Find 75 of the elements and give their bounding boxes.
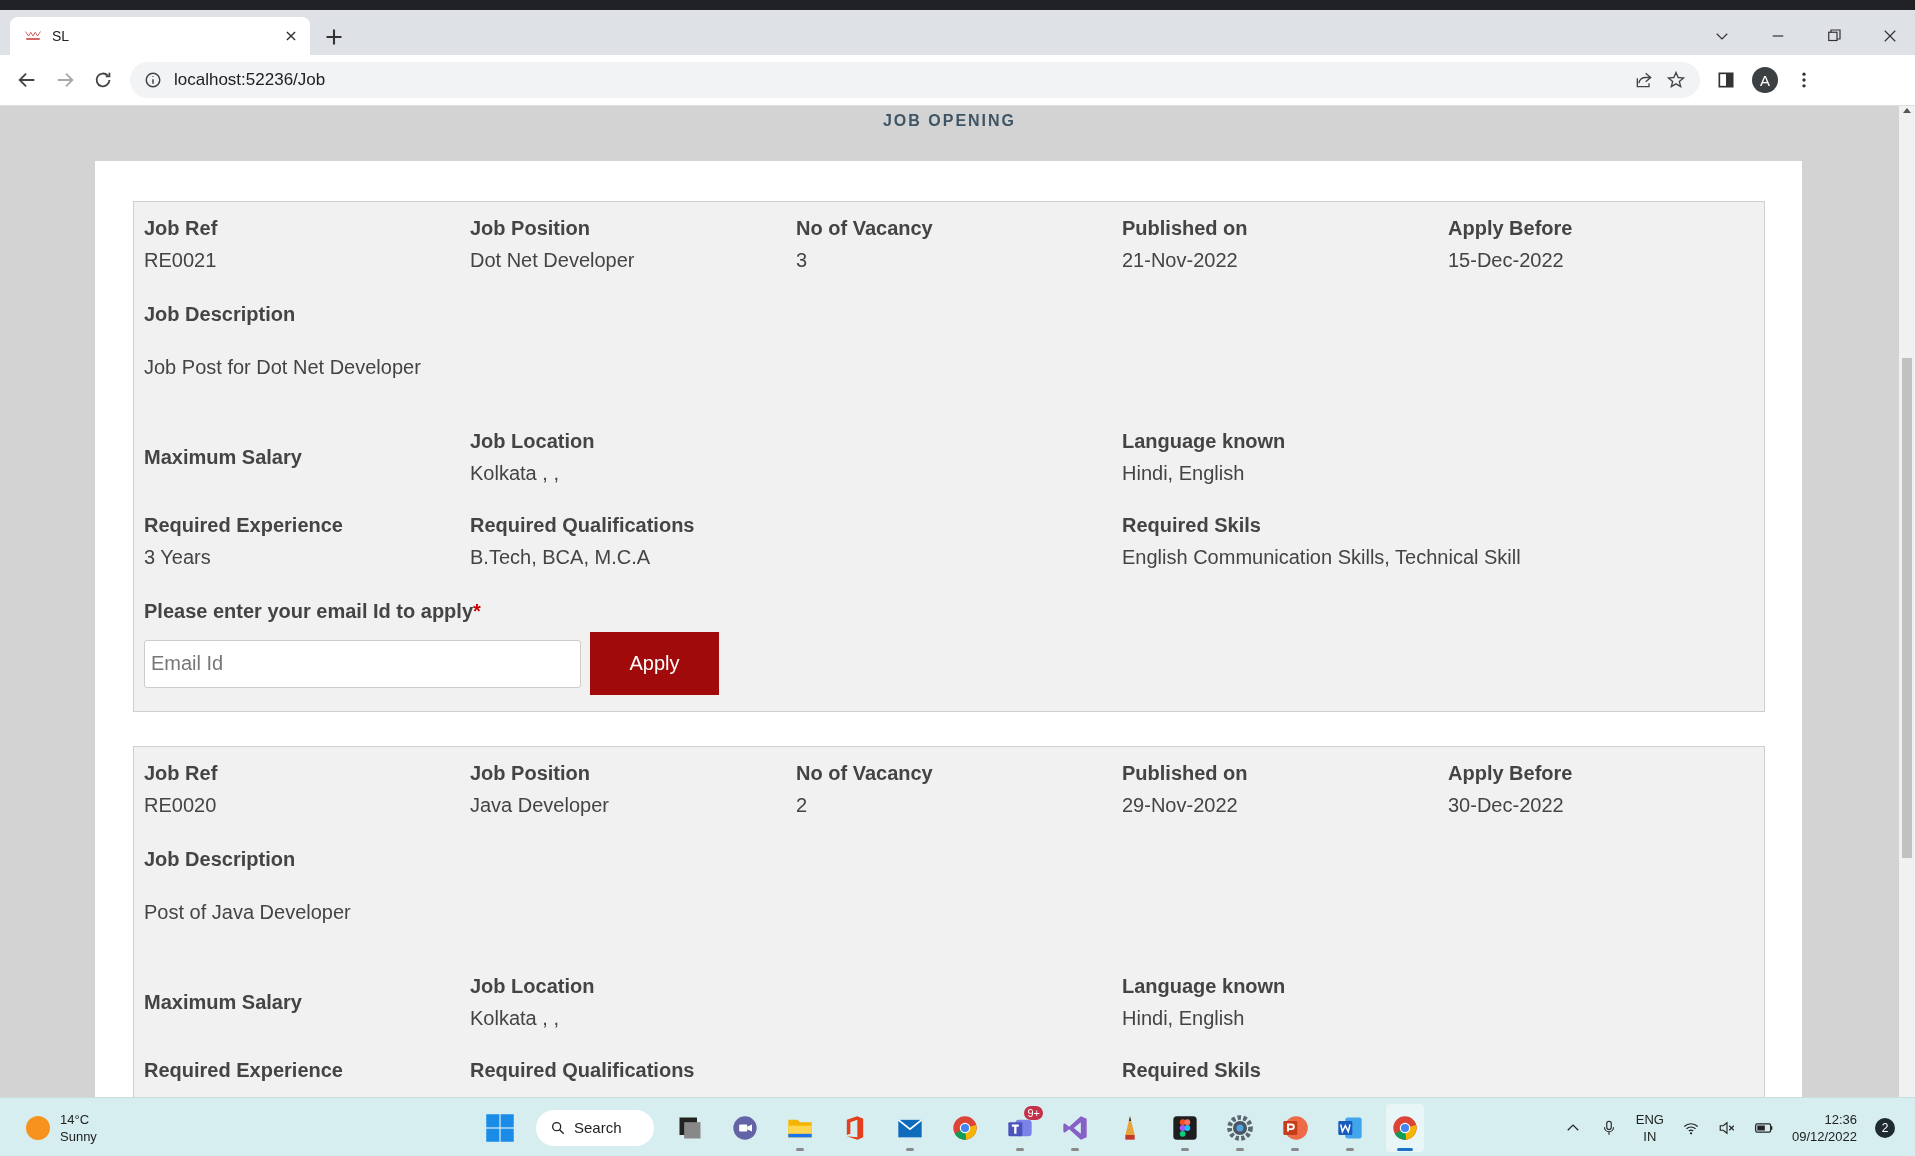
taskbar-search[interactable]: Search [536,1109,654,1146]
field-label: Required Qualifications [470,1058,696,1083]
field-label: Job Description [144,302,297,327]
share-icon[interactable] [1634,70,1654,90]
field-label: Job Position [470,216,591,241]
field-value: 29-Nov-2022 [1122,793,1239,818]
field-label: Maximum Salary [144,445,303,470]
region-indicator[interactable]: IN [1643,1127,1657,1145]
field-value: 3 [796,248,809,273]
scrollbar[interactable] [1899,106,1915,1097]
clock-date[interactable]: 09/12/2022 [1791,1127,1857,1145]
field-label: Apply Before [1448,216,1574,241]
browser-icon[interactable] [1391,1113,1419,1142]
required-mark: * [473,599,481,624]
description-text: Post of Java Developer [144,900,352,925]
close-icon[interactable] [284,29,298,43]
field-value: Dot Net Developer [470,248,636,273]
field-label: Required Qualifications [470,513,696,538]
field-value: 30-Dec-2022 [1448,793,1565,818]
email-field[interactable]: Email Id [144,639,581,688]
field-value: B.Tech, BCA, M.C.A [470,545,652,570]
field-value: Hindi, English [1122,1006,1246,1031]
page-heading: JOB OPENING [881,111,1018,131]
field-label: Required Skils [1122,513,1262,538]
field-label: Job Location [470,974,596,999]
profile-avatar[interactable]: A [1752,67,1778,93]
field-label: Required Experience [144,1058,344,1083]
field-label: Published on [1122,761,1249,786]
field-label: Apply Before [1448,761,1574,786]
field-value: English Communication Skills, Technical Skill [1122,545,1522,570]
clock-time[interactable]: 12:36 [1824,1110,1857,1128]
field-label: Language known [1122,429,1287,454]
field-value: 21-Nov-2022 [1122,248,1239,273]
field-value: 15-Dec-2022 [1448,248,1565,273]
field-value: RE0021 [144,248,218,273]
description-text: Job Post for Dot Net Developer [144,355,422,380]
apply-prompt: Please enter your email Id to apply [144,599,473,624]
field-value: Kolkata , , [470,461,560,486]
field-label: Language known [1122,974,1287,999]
field-value: Kolkata , , [470,1006,560,1031]
field-label: Maximum Salary [144,990,303,1015]
design-app-icon[interactable] [1171,1113,1199,1142]
apply-button[interactable]: Apply [590,632,719,695]
weather-condition[interactable]: Sunny [60,1127,97,1145]
field-label: Job Ref [144,761,219,786]
field-label: Required Experience [144,513,344,538]
weather-temperature[interactable]: 14°C [60,1110,97,1128]
info-icon[interactable] [144,71,162,89]
field-label: No of Vacancy [796,216,934,241]
browser-tab[interactable]: SL [10,17,310,55]
settings-icon[interactable] [1226,1113,1254,1142]
address-bar[interactable]: localhost:52236/Job [130,62,1700,98]
notification-count[interactable]: 2 [1875,1117,1895,1138]
field-label: Job Ref [144,216,219,241]
field-label: Published on [1122,216,1249,241]
field-value: 3 Years [144,545,212,570]
field-value: Hindi, English [1122,461,1246,486]
search-icon[interactable] [550,1119,566,1136]
field-label: Required Skils [1122,1058,1262,1083]
new-tab-icon[interactable] [324,27,344,47]
side-panel-icon[interactable] [1716,70,1736,90]
field-value: RE0020 [144,793,218,818]
field-label: Job Description [144,847,297,872]
chat-bubble-icon[interactable] [731,1113,759,1142]
star-icon[interactable] [1666,70,1686,90]
notification-badge: 9+ [1024,1105,1043,1120]
browser-icon[interactable] [951,1113,979,1142]
windows-start-icon[interactable] [485,1112,515,1143]
field-value: Java Developer [470,793,610,818]
presentation-app-icon[interactable] [1281,1113,1309,1142]
field-label: No of Vacancy [796,761,934,786]
field-label: Job Location [470,429,596,454]
field-value: 2 [796,793,809,818]
field-label: Job Position [470,761,591,786]
language-indicator[interactable]: ENG [1635,1110,1664,1128]
